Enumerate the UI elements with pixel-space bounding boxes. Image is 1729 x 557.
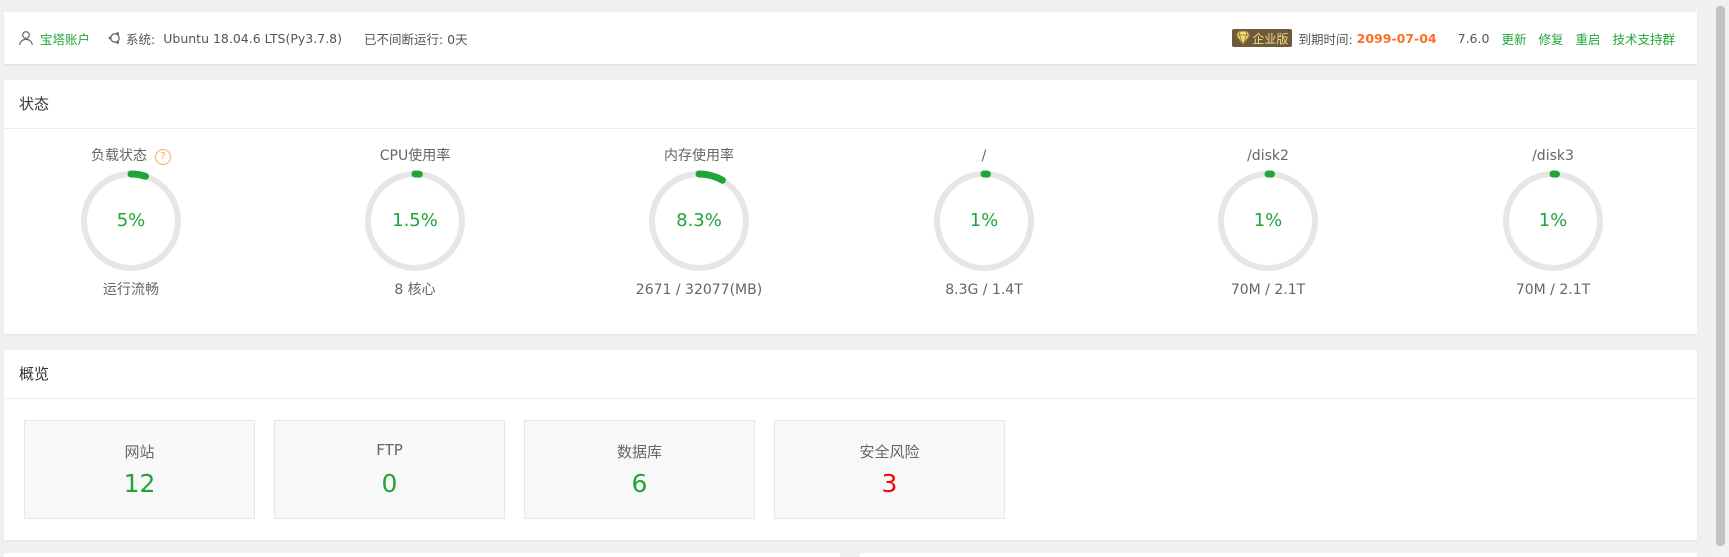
- gauge-ring: 1%: [1215, 168, 1321, 274]
- gauge-title-text: /: [981, 148, 987, 164]
- enterprise-badge[interactable]: 企业版: [1232, 29, 1293, 47]
- gauge[interactable]: 负载状态? 5% 运行流畅: [51, 146, 211, 300]
- gauge-percent: 1%: [1253, 210, 1283, 231]
- card-value: 6: [631, 469, 648, 498]
- restart-link[interactable]: 重启: [1575, 29, 1600, 48]
- overview-card-security-risk[interactable]: 安全风险 3: [774, 420, 1005, 519]
- gauge-subtitle: 70M / 2.1T: [1230, 282, 1306, 298]
- card-title: 数据库: [616, 443, 662, 461]
- gauge[interactable]: CPU使用率 1.5% 8 核心: [335, 146, 495, 300]
- gauge-title: /disk2: [1188, 146, 1348, 166]
- expire-label: 到期时间:: [1298, 31, 1353, 47]
- top-bar: 宝塔账户 系统: Ubuntu 18.04.6 LTS(Py3.7.8) 已不间…: [4, 12, 1697, 64]
- next-panel-right-edge: [860, 553, 1697, 557]
- overview-card-databases[interactable]: 数据库 6: [524, 420, 755, 519]
- uptime-text: 已不间断运行: 0天: [363, 31, 468, 47]
- gauge[interactable]: 内存使用率 8.3% 2671 / 32077(MB): [619, 146, 779, 300]
- scrollbar-thumb[interactable]: [1716, 6, 1725, 546]
- gauge-percent: 1%: [1538, 210, 1568, 231]
- card-value: 0: [381, 469, 398, 498]
- gauge-subtitle: 70M / 2.1T: [1515, 282, 1591, 298]
- gauge-title-text: 负载状态: [91, 148, 147, 164]
- gauge-title: 负载状态?: [51, 146, 211, 166]
- card-title: 网站: [124, 443, 155, 461]
- card-value: 12: [123, 469, 156, 498]
- help-icon[interactable]: ?: [155, 149, 171, 165]
- system-label: 系统:: [126, 31, 156, 47]
- version-text: 7.6.0: [1457, 30, 1490, 46]
- gauge-title-text: /disk2: [1247, 148, 1289, 164]
- card-title: 安全风险: [859, 443, 920, 461]
- gauge-subtitle: 2671 / 32077(MB): [635, 282, 763, 298]
- card-title: FTP: [376, 441, 403, 459]
- expire-date: 2099-07-04: [1356, 30, 1437, 46]
- gauge-title: /disk3: [1473, 146, 1633, 166]
- gauge-title: /: [904, 146, 1064, 166]
- next-panel-left-edge: [4, 553, 840, 557]
- diamond-icon: [1235, 30, 1252, 47]
- overview-card-ftp[interactable]: FTP 0: [274, 420, 505, 519]
- gauge-percent: 1.5%: [392, 210, 438, 231]
- gauge-ring: 1%: [931, 168, 1037, 274]
- support-group-link[interactable]: 技术支持群: [1612, 29, 1675, 48]
- gauge-title: 内存使用率: [619, 146, 779, 166]
- gauge-ring: 5%: [78, 168, 184, 274]
- gauge[interactable]: / 1% 8.3G / 1.4T: [904, 146, 1064, 300]
- gauge-ring: 1.5%: [362, 168, 468, 274]
- gauge[interactable]: /disk2 1% 70M / 2.1T: [1188, 146, 1348, 300]
- overview-title: 概览: [4, 350, 1697, 399]
- gauge-percent: 1%: [969, 210, 999, 231]
- system-value: Ubuntu 18.04.6 LTS(Py3.7.8): [163, 30, 342, 46]
- gauge-title-text: CPU使用率: [379, 148, 451, 164]
- gauge-title: CPU使用率: [335, 146, 495, 166]
- status-title: 状态: [4, 80, 1697, 129]
- edition-label: 企业版: [1252, 31, 1289, 46]
- card-value: 3: [881, 469, 898, 498]
- gauge[interactable]: /disk3 1% 70M / 2.1T: [1473, 146, 1633, 300]
- update-link[interactable]: 更新: [1501, 29, 1526, 48]
- gauge-percent: 8.3%: [676, 210, 722, 231]
- gauge-ring: 1%: [1500, 168, 1606, 274]
- user-icon: [18, 30, 34, 46]
- gauge-title-text: 内存使用率: [664, 148, 734, 164]
- gauge-subtitle: 8.3G / 1.4T: [945, 282, 1023, 298]
- overview-card-websites[interactable]: 网站 12: [24, 420, 255, 519]
- gauge-subtitle: 8 核心: [394, 282, 436, 298]
- repair-link[interactable]: 修复: [1538, 29, 1563, 48]
- vertical-scrollbar[interactable]: [1712, 0, 1729, 557]
- account-link[interactable]: 宝塔账户: [40, 29, 90, 48]
- ubuntu-icon: [108, 31, 122, 45]
- status-panel: 状态: [4, 80, 1697, 334]
- gauge-title-text: /disk3: [1532, 148, 1574, 164]
- gauge-subtitle: 运行流畅: [103, 282, 159, 298]
- gauge-percent: 5%: [116, 210, 146, 231]
- gauge-ring: 8.3%: [646, 168, 752, 274]
